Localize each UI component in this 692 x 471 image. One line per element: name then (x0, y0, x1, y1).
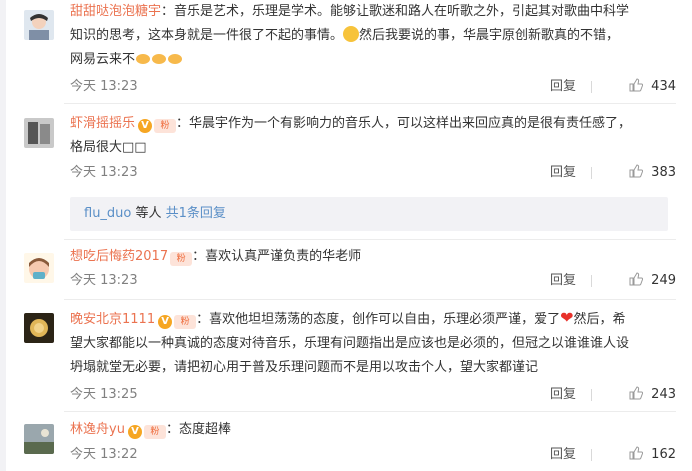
comment-text: 然后我要说的事，华晨宇原创新歌真的不错， (359, 28, 620, 43)
comment-text: ：态度超棒 (165, 422, 231, 437)
comment-text: 知识的思考，这本身就是一件很了不起的事情。 (70, 28, 344, 43)
avatar[interactable] (24, 10, 54, 40)
comment-time: 今天 13:25 (70, 387, 138, 402)
avatar[interactable] (24, 313, 54, 343)
meta-divider (591, 389, 592, 401)
thumbs-up-icon (629, 272, 644, 286)
thumbs-up-icon (629, 164, 644, 178)
comment-text: ：喜欢他坦坦荡荡的态度，创作可以自由，乐理必须严谨，爱了 (196, 312, 561, 327)
comment-text: 然后，希 (573, 312, 626, 327)
comment-time: 今天 13:23 (70, 273, 138, 288)
like-count: 383 (651, 165, 676, 180)
fan-badge-icon: 粉 (154, 119, 177, 133)
comment-time: 今天 13:23 (70, 165, 138, 180)
comment-username[interactable]: 甜甜哒泡泡糖宇 (70, 4, 161, 19)
comment-username[interactable]: 林逸舟yu (70, 422, 125, 437)
comment-time: 今天 13:23 (70, 79, 138, 94)
sub-reply-user[interactable]: flu_duo (84, 206, 131, 221)
verified-badge-icon: V (127, 425, 142, 439)
reply-button[interactable]: 回复 (550, 77, 576, 97)
comment-username[interactable]: 虾滑摇摇乐 (70, 116, 135, 131)
comment-item: 想吃后悔药2017 粉：喜欢认真严谨负责的华老师 今天 13:23 回复 249 (6, 240, 692, 300)
comment-text: ：喜欢认真严谨负责的华老师 (192, 249, 362, 264)
comment-text: 网易云来不 (70, 52, 136, 67)
like-button[interactable]: 162 (596, 445, 676, 465)
like-count: 249 (651, 273, 676, 288)
thumbs-up-icon (629, 386, 644, 400)
comment-item: 甜甜哒泡泡糖宇：音乐是艺术，乐理是学术。能够让歌迷和路人在听歌之外，引起其对歌曲… (6, 0, 692, 100)
reply-button[interactable]: 回复 (550, 271, 576, 291)
meta-divider (591, 167, 592, 179)
comment-text: 格局很大□□ (70, 140, 147, 155)
avatar[interactable] (24, 424, 54, 454)
fan-badge-icon: 粉 (143, 425, 166, 439)
comment-text: ：华晨宇作为一个有影响力的音乐人，可以这样出来回应真的是很有责任感了， (176, 116, 632, 131)
like-button[interactable]: 434 (596, 77, 676, 97)
like-button[interactable]: 249 (596, 271, 676, 291)
comment-item: 晚安北京1111 V 粉：喜欢他坦坦荡荡的态度，创作可以自由，乐理必须严谨，爱了❤然… (6, 300, 692, 412)
heart-emoji-icon: ❤ (560, 308, 574, 327)
avatar[interactable] (24, 253, 54, 283)
verified-badge-icon: V (138, 119, 153, 133)
fan-badge-icon: 粉 (174, 315, 197, 329)
clap-emoji-icon (135, 52, 183, 67)
fan-badge-icon: 粉 (170, 252, 193, 266)
like-count: 243 (651, 387, 676, 402)
avatar[interactable] (24, 118, 54, 148)
like-count: 434 (651, 79, 676, 94)
comment-text: 望大家都能以一种真诚的态度对待音乐，乐理有问题指出是应该也是必须的，但冠之以谁谁… (70, 336, 630, 351)
like-button[interactable]: 383 (596, 163, 676, 183)
grin-emoji-icon (343, 26, 360, 42)
comment-username[interactable]: 想吃后悔药2017 (70, 249, 168, 264)
meta-divider (591, 81, 592, 93)
comment-text: 坍塌就堂无必要，请把初心用于普及乐理问题而不是用以攻击个人，望大家都谨记 (70, 360, 539, 375)
comment-item: 虾滑摇摇乐 V 粉：华晨宇作为一个有影响力的音乐人，可以这样出来回应真的是很有责任感… (6, 104, 692, 234)
like-count: 162 (651, 447, 676, 462)
meta-divider (591, 449, 592, 461)
thumbs-up-icon (629, 446, 644, 460)
comment-time: 今天 13:22 (70, 447, 138, 462)
comment-username[interactable]: 晚安北京1111 (70, 312, 155, 327)
thumbs-up-icon (629, 78, 644, 92)
like-button[interactable]: 243 (596, 385, 676, 405)
sub-reply-text: 等人 (131, 206, 166, 221)
comment-text: ：音乐是艺术，乐理是学术。能够让歌迷和路人在听歌之外，引起其对歌曲中科学 (161, 4, 630, 19)
meta-divider (591, 275, 592, 287)
reply-button[interactable]: 回复 (550, 163, 576, 183)
comment-item: 林逸舟yu V 粉：态度超棒 今天 13:22 回复 162 (6, 412, 692, 471)
sub-replies-box[interactable]: flu_duo 等人 共1条回复 (70, 197, 668, 231)
reply-button[interactable]: 回复 (550, 385, 576, 405)
verified-badge-icon: V (158, 315, 173, 329)
reply-button[interactable]: 回复 (550, 445, 576, 465)
view-replies-link[interactable]: 共1条回复 (166, 206, 226, 221)
